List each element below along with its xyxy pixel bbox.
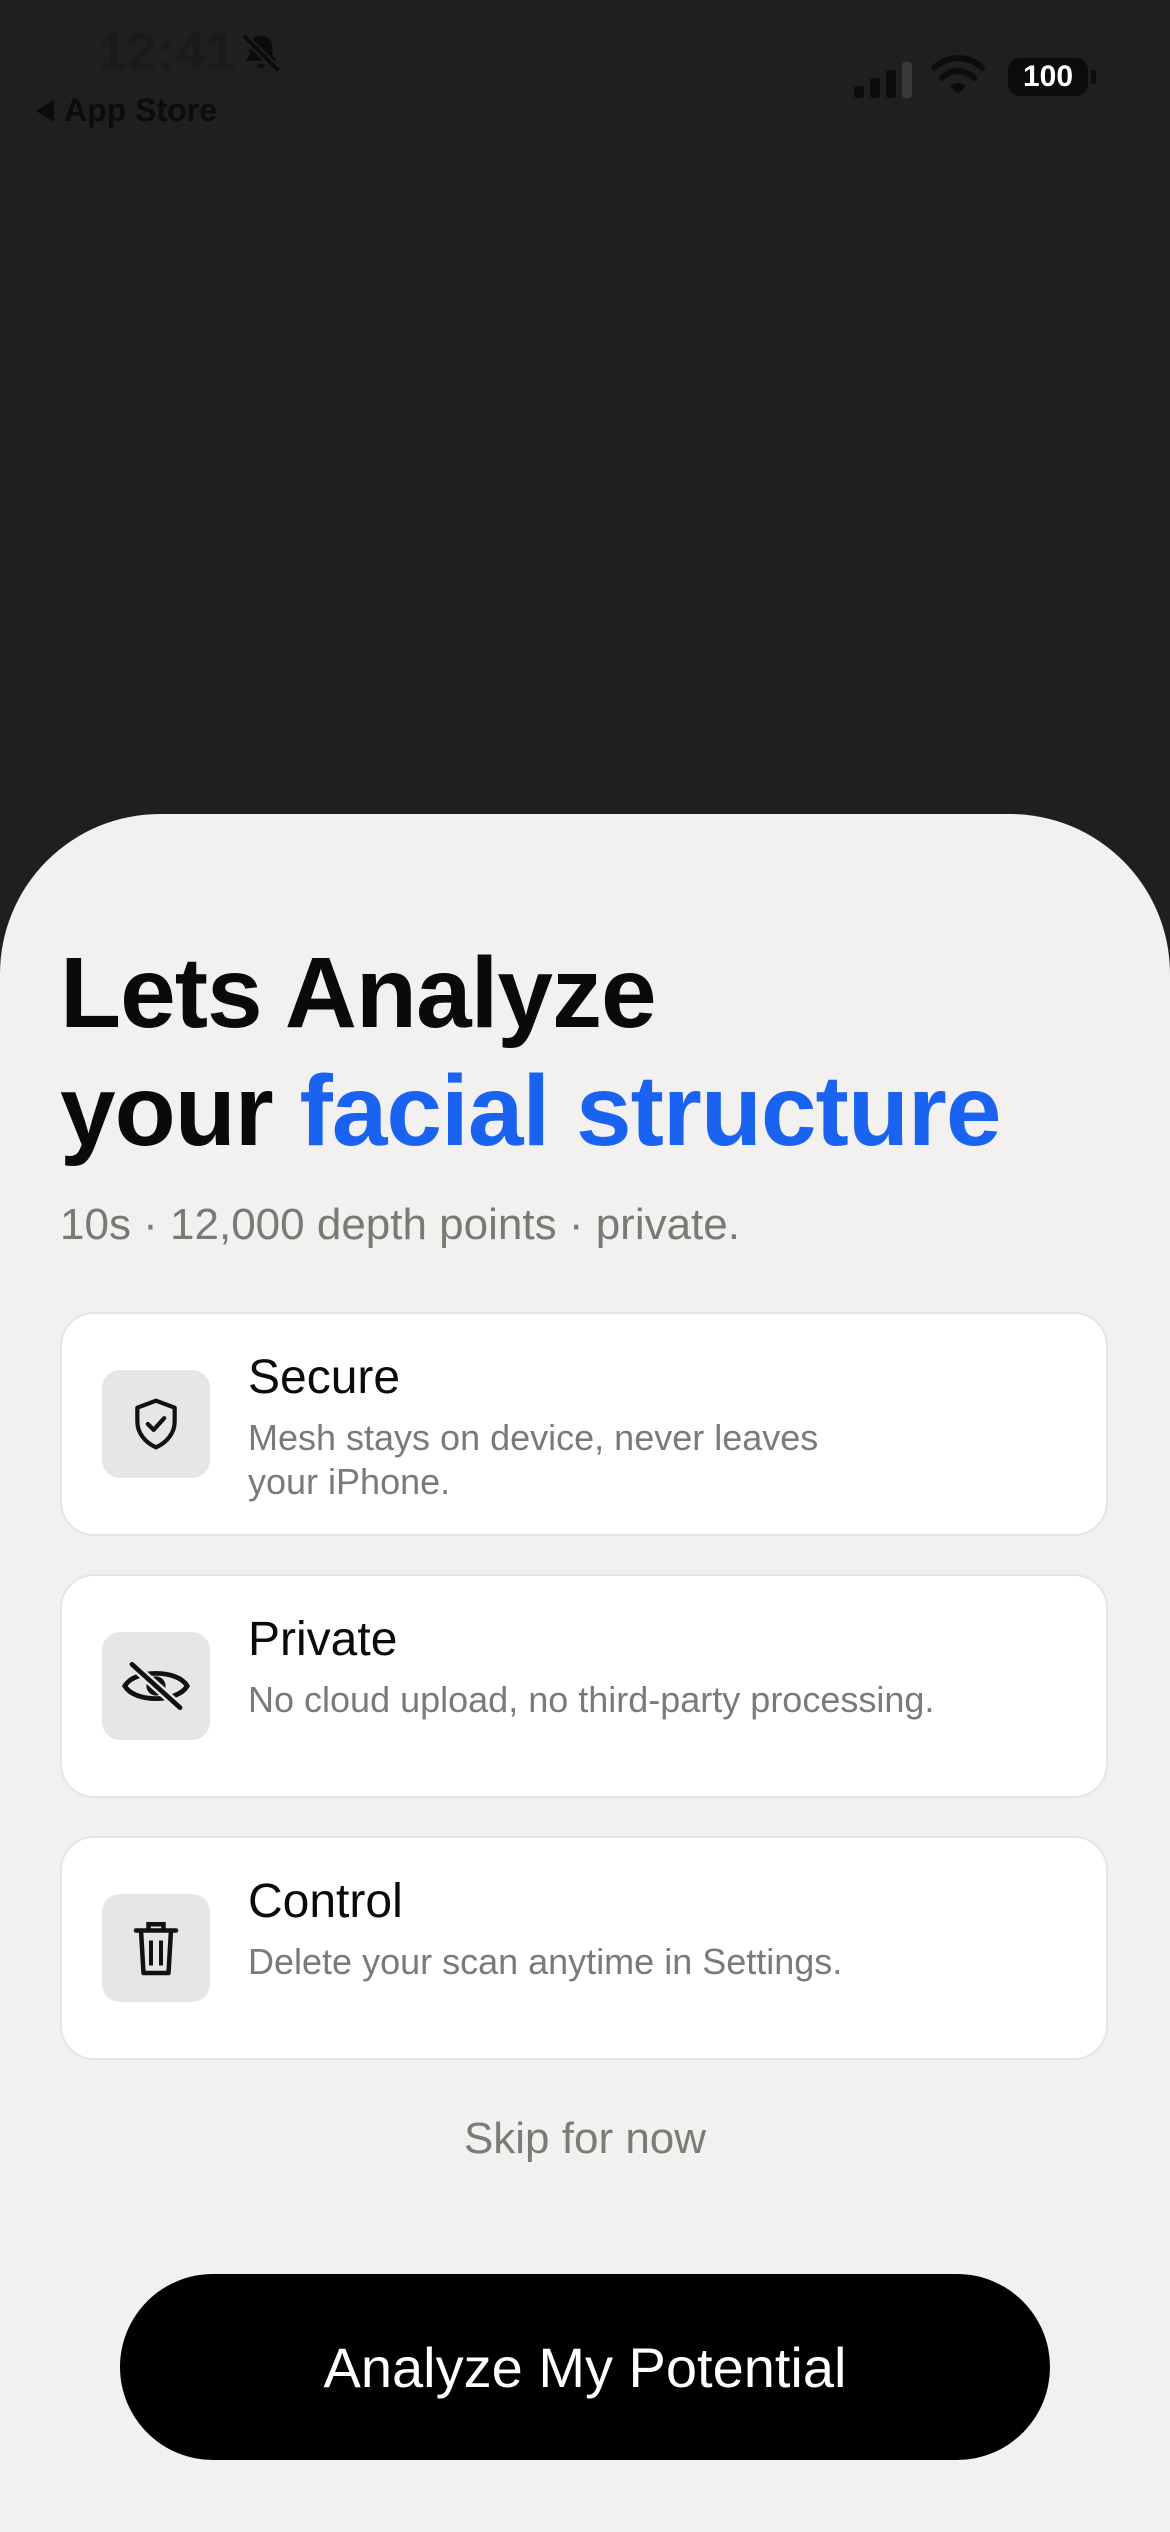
icon-container [102, 1632, 210, 1740]
card-description: No cloud upload, no third-party processi… [248, 1679, 935, 1720]
headline-line1: Lets Analyze [60, 937, 657, 1049]
bell-slash-icon [241, 33, 281, 73]
feature-card-private: Private No cloud upload, no third-party … [60, 1574, 1108, 1798]
card-description: Mesh stays on device, never leaves your … [248, 1417, 819, 1502]
battery-icon: 100 [1008, 58, 1096, 96]
status-time: 12:41 [98, 23, 236, 81]
analyze-button[interactable]: Analyze My Potential [120, 2274, 1050, 2460]
feature-card-secure: Secure Mesh stays on device, never leave… [60, 1312, 1108, 1536]
status-bar: 12:41 App Store 100 [0, 0, 1170, 140]
icon-container [102, 1370, 210, 1478]
shield-check-icon [135, 1398, 177, 1450]
page-title: Lets Analyze your facial structure [60, 934, 1120, 1170]
card-title: Secure [248, 1351, 401, 1404]
headline-accent: facial structure [299, 1055, 1002, 1167]
trash-icon [133, 1922, 179, 1976]
back-to-app-store[interactable]: App Store [36, 92, 217, 129]
card-title: Control [248, 1875, 403, 1928]
onboarding-sheet: Lets Analyze your facial structure 10s ·… [0, 814, 1170, 2532]
headline-line2-prefix: your [60, 1055, 274, 1167]
skip-button[interactable]: Skip for now [0, 2114, 1170, 2164]
eye-slash-icon [122, 1660, 190, 1712]
cellular-signal-icon [854, 58, 914, 98]
icon-container [102, 1894, 210, 2002]
subtitle: 10s · 12,000 depth points · private. [60, 1200, 740, 1249]
card-description: Delete your scan anytime in Settings. [248, 1941, 843, 1982]
card-title: Private [248, 1613, 398, 1666]
wifi-icon [931, 55, 985, 94]
back-arrow-icon [36, 99, 54, 122]
back-label: App Store [64, 92, 217, 128]
feature-card-control: Control Delete your scan anytime in Sett… [60, 1836, 1108, 2060]
